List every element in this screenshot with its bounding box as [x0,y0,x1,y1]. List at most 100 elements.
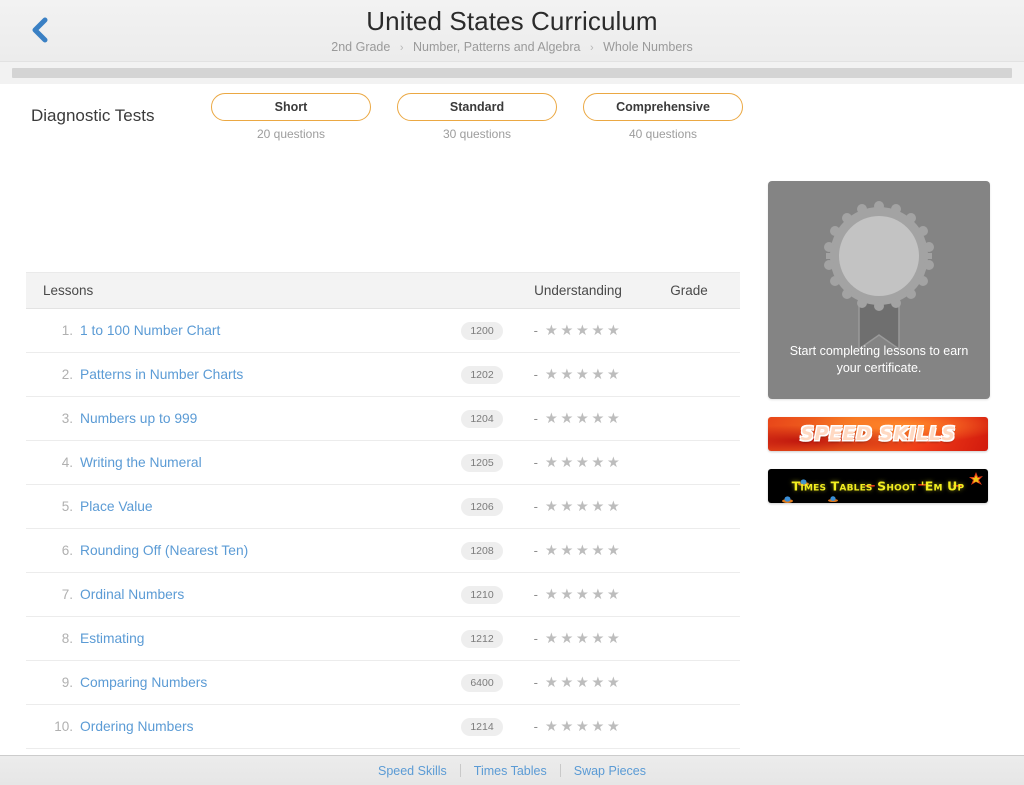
lesson-cell: 4. Writing the Numeral [26,440,446,485]
lessons-table-body: 1. 1 to 100 Number Chart 1200- ★★★★★ 2. Patte… [26,308,740,785]
lesson-index: 9. [61,674,73,690]
page-title: United States Curriculum [366,6,658,36]
certificate-message: Start completing lessons to earn your ce… [789,344,969,375]
short-test-questions: 20 questions [256,127,326,141]
diagnostic-test-comprehensive: Comprehensive 40 questions [583,93,743,141]
grade-cell [638,616,740,661]
lesson-link[interactable]: Comparing Numbers [80,675,207,690]
lesson-link[interactable]: 1 to 100 Number Chart [80,323,220,338]
chevron-left-icon [30,17,50,43]
understanding-cell: -★★★★★ [518,572,638,617]
banner-speed-skills-text: SPEED SKILLS [800,423,956,445]
table-row: 2. Patterns in Number Charts 1202 - ★★★★★ [26,352,740,397]
back-button[interactable] [22,12,58,48]
lesson-code-cell: 1205 [446,440,518,485]
grade-cell [638,704,740,749]
diagnostic-tests-label: Diagnostic Tests [31,106,155,125]
star-rating-icon[interactable]: ★★★★★ [545,630,623,646]
footer-link-swap-pieces[interactable]: Swap Pieces [561,764,659,778]
breadcrumb-item-subtopic[interactable]: Whole Numbers [603,40,693,54]
lesson-index: 2. [61,366,73,382]
star-rating-icon[interactable]: ★★★★★ [545,498,623,514]
star-rating-icon[interactable]: ★★★★★ [545,410,623,426]
star-rating-icon[interactable]: ★★★★★ [545,454,623,470]
lesson-cell: 1. 1 to 100 Number Chart [26,308,446,353]
star-rating-icon[interactable]: ★★★★★ [545,718,623,734]
understanding-value: - [533,366,538,382]
banner-times-tables-shoot-em-up[interactable]: Times Tables Shoot 'Em Up [768,469,988,503]
lesson-index: 10. [54,718,73,734]
horizontal-scrollbar[interactable] [0,62,1024,84]
understanding-cell: -★★★★★ [518,484,638,529]
lessons-table-header-row: Lessons Understanding Grade [26,272,740,309]
understanding-value: - [533,630,538,646]
understanding-value: - [533,542,538,558]
grade-cell [638,572,740,617]
column-header-lessons: Lessons [26,272,446,309]
lesson-cell: 2. Patterns in Number Charts [26,352,446,397]
grade-cell [638,660,740,705]
star-rating-icon[interactable]: ★★★★★ [545,674,623,690]
lessons-table: Lessons Understanding Grade 1. 1 to 100 N… [26,272,740,785]
breadcrumb-separator-icon: › [399,42,404,54]
footer-link-speed-skills[interactable]: Speed Skills [365,764,460,778]
lesson-link[interactable]: Ordering Numbers [80,719,193,734]
standard-test-button[interactable]: Standard [397,93,557,121]
grade-cell [638,352,740,397]
right-rail: Start completing lessons to earn your ce… [768,181,990,503]
lesson-index: 3. [61,410,73,426]
footer-link-times-tables[interactable]: Times Tables [461,764,560,778]
lesson-link[interactable]: Estimating [80,631,144,646]
lesson-code-cell: 1214 [446,704,518,749]
lesson-link[interactable]: Writing the Numeral [80,455,202,470]
lesson-code-cell: 1202 [446,352,518,397]
lesson-link[interactable]: Patterns in Number Charts [80,367,243,382]
lesson-index: 5. [61,498,73,514]
lesson-code-badge: 1210 [461,586,503,604]
star-rating-icon[interactable]: ★★★★★ [545,322,623,338]
lesson-code-badge: 1202 [461,366,503,384]
table-row: 7. Ordinal Numbers 1210 - ★★★★★ [26,572,740,617]
comprehensive-test-button[interactable]: Comprehensive [583,93,743,121]
lesson-code-badge: 1208 [461,542,503,560]
lesson-code-badge: 1204 [461,410,503,428]
short-test-button[interactable]: Short [211,93,371,121]
table-row: 3. Numbers up to 999 1204 - ★★★★★ [26,396,740,441]
breadcrumb-item-grade[interactable]: 2nd Grade [331,40,390,54]
breadcrumb: 2nd Grade › Number, Patterns and Algebra… [0,39,1024,56]
lesson-link[interactable]: Place Value [80,499,153,514]
lesson-cell: 5. Place Value [26,484,446,529]
scrollbar-thumb[interactable] [12,68,1012,78]
lesson-code-cell: 1212 [446,616,518,661]
grade-cell [638,308,740,353]
lesson-code-badge: 1212 [461,630,503,648]
lesson-code-cell: 6400 [446,660,518,705]
page-footer: Speed Skills Times Tables Swap Pieces [0,755,1024,785]
table-row: 5. Place Value 1206 - ★★★★★ [26,484,740,529]
star-rating-icon[interactable]: ★★★★★ [545,542,623,558]
understanding-cell: -★★★★★ [518,352,638,397]
lesson-index: 7. [61,586,73,602]
lesson-link[interactable]: Rounding Off (Nearest Ten) [80,543,248,558]
lesson-index: 1. [61,322,73,338]
banner-speed-skills[interactable]: SPEED SKILLS [768,417,988,451]
lesson-index: 4. [61,454,73,470]
lesson-cell: 10. Ordering Numbers [26,704,446,749]
star-rating-icon[interactable]: ★★★★★ [545,586,623,602]
comprehensive-test-questions: 40 questions [628,127,698,141]
column-header-grade: Grade [638,272,740,309]
breadcrumb-item-topic[interactable]: Number, Patterns and Algebra [413,40,580,54]
grade-cell [638,528,740,573]
lesson-code-badge: 1214 [461,718,503,736]
lesson-code-badge: 6400 [461,674,503,692]
breadcrumb-separator-icon: › [589,42,594,54]
lesson-index: 8. [61,630,73,646]
understanding-cell: -★★★★★ [518,660,638,705]
lesson-link[interactable]: Ordinal Numbers [80,587,184,602]
star-rating-icon[interactable]: ★★★★★ [545,366,623,382]
standard-test-questions: 30 questions [442,127,512,141]
table-row: 6. Rounding Off (Nearest Ten) 1208 - ★★★★★ [26,528,740,573]
table-row: 10. Ordering Numbers 1214 - ★★★★★ [26,704,740,749]
lesson-link[interactable]: Numbers up to 999 [80,411,197,426]
understanding-value: - [533,586,538,602]
